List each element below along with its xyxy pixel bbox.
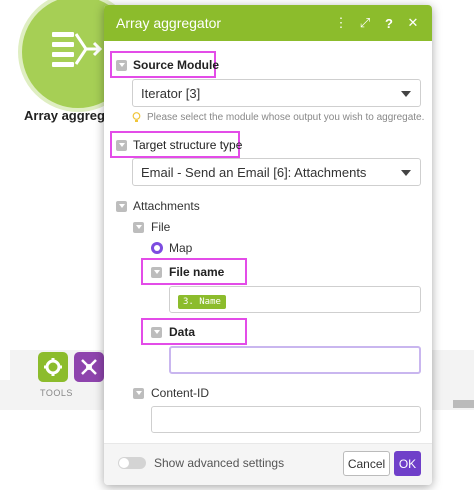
content-id-label: Content-ID bbox=[151, 386, 210, 400]
source-module-hint-text: Please select the module whose output yo… bbox=[147, 112, 425, 123]
canvas-edge bbox=[0, 350, 10, 380]
module-name-label: Array aggrega bbox=[24, 108, 113, 123]
dialog-title: Array aggregator bbox=[116, 15, 222, 31]
data-input[interactable] bbox=[169, 346, 421, 374]
collapse-toggle-source-module[interactable] bbox=[116, 60, 127, 71]
collapse-toggle-file[interactable] bbox=[133, 222, 144, 233]
file-name-input[interactable]: 3. Name bbox=[169, 286, 421, 313]
target-structure-value: Email - Send an Email [6]: Attachments bbox=[141, 164, 367, 180]
advanced-settings-label: Show advanced settings bbox=[154, 456, 285, 470]
collapse-toggle-data[interactable] bbox=[151, 327, 162, 338]
aggregator-icon bbox=[52, 32, 103, 67]
more-vertical-icon[interactable]: ⋮ bbox=[330, 15, 352, 31]
source-module-hint: Please select the module whose output yo… bbox=[132, 112, 424, 123]
chevron-down-icon bbox=[401, 170, 411, 176]
collapse-toggle-file-name[interactable] bbox=[151, 267, 162, 278]
source-module-label: Source Module bbox=[133, 58, 220, 72]
flow-control-icon bbox=[81, 359, 97, 375]
lightbulb-icon bbox=[132, 112, 141, 122]
dialog-header: Array aggregator ⋮ ⤢ ? ✕ bbox=[104, 5, 432, 41]
dialog-footer: Show advanced settings Cancel OK bbox=[104, 443, 432, 485]
help-icon[interactable]: ? bbox=[378, 16, 400, 31]
array-aggregator-dialog: Array aggregator ⋮ ⤢ ? ✕ Source Module I… bbox=[104, 5, 432, 485]
file-name-label: File name bbox=[169, 265, 225, 279]
gear-icon bbox=[44, 358, 62, 376]
tools-label: TOOLS bbox=[40, 388, 73, 398]
chevron-down-icon bbox=[401, 91, 411, 97]
expand-icon[interactable]: ⤢ bbox=[354, 15, 376, 31]
map-radio[interactable] bbox=[151, 242, 163, 254]
collapse-toggle-attachments[interactable] bbox=[116, 201, 127, 212]
target-structure-select[interactable]: Email - Send an Email [6]: Attachments bbox=[132, 158, 421, 186]
data-label: Data bbox=[169, 325, 196, 339]
flow-control-button[interactable] bbox=[74, 352, 104, 382]
file-label: File bbox=[151, 220, 171, 234]
attachments-label: Attachments bbox=[133, 199, 200, 213]
ok-button[interactable]: OK bbox=[394, 451, 421, 476]
source-module-select[interactable]: Iterator [3] bbox=[132, 79, 421, 107]
close-icon[interactable]: ✕ bbox=[402, 15, 424, 31]
target-structure-label: Target structure type bbox=[133, 138, 243, 152]
content-id-input[interactable] bbox=[151, 406, 421, 433]
collapse-toggle-target-structure[interactable] bbox=[116, 140, 127, 151]
map-label: Map bbox=[169, 241, 193, 255]
source-module-value: Iterator [3] bbox=[141, 85, 201, 101]
advanced-settings-toggle[interactable] bbox=[118, 457, 146, 469]
canvas-right-element bbox=[453, 400, 474, 408]
mapped-value-token[interactable]: 3. Name bbox=[178, 295, 226, 309]
tools-button[interactable] bbox=[38, 352, 68, 382]
collapse-toggle-content-id[interactable] bbox=[133, 388, 144, 399]
cancel-button[interactable]: Cancel bbox=[343, 451, 390, 476]
